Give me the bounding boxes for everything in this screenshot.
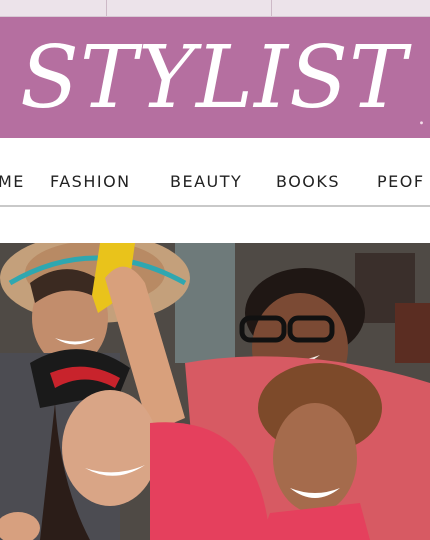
- logo-dot: .: [418, 105, 425, 130]
- nav-item-people[interactable]: PEOF: [377, 172, 425, 191]
- masthead-banner: STYLIST .: [0, 17, 430, 138]
- hero-image[interactable]: [0, 243, 430, 540]
- site-logo[interactable]: STYLIST: [20, 23, 407, 133]
- nav-item-beauty[interactable]: BEAUTY: [170, 172, 242, 191]
- main-navigation: ME FASHION BEAUTY BOOKS PEOF: [0, 160, 430, 204]
- party-photo: [0, 243, 430, 540]
- browser-tab[interactable]: [106, 0, 272, 16]
- nav-divider: [0, 205, 430, 207]
- browser-tab[interactable]: [271, 0, 430, 16]
- browser-tab-strip: [0, 0, 430, 17]
- nav-item-fashion[interactable]: FASHION: [50, 172, 131, 191]
- nav-item-books[interactable]: BOOKS: [276, 172, 340, 191]
- nav-item-home[interactable]: ME: [0, 172, 25, 191]
